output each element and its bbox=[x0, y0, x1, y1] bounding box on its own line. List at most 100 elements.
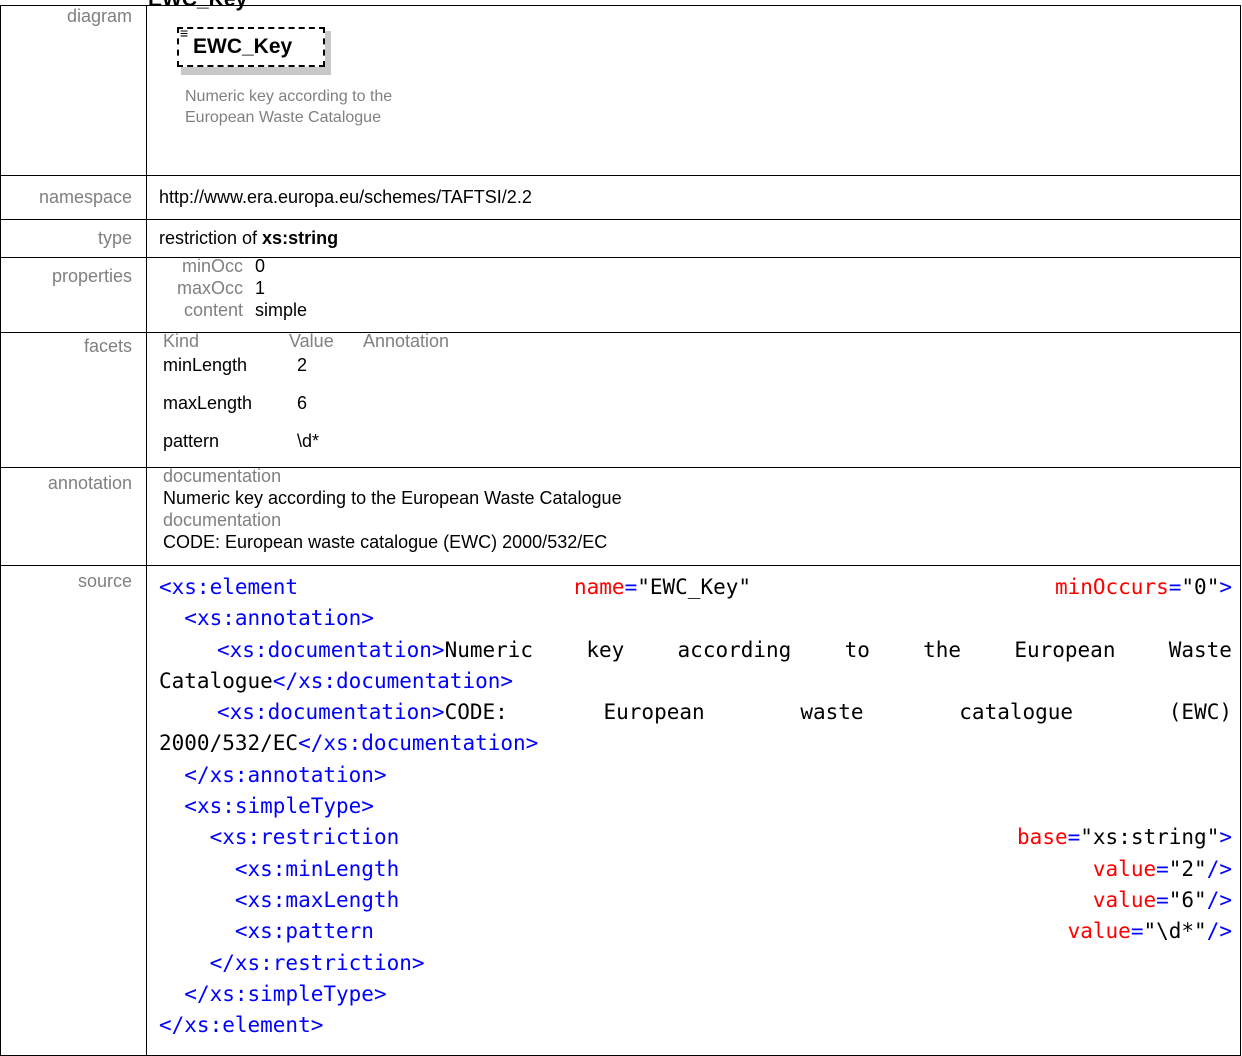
source-line: <xs:element name="EWC_Key" minOccurs="0"> bbox=[159, 575, 1232, 599]
xml-attr: base bbox=[1017, 825, 1068, 850]
facet-row: pattern \d* bbox=[147, 422, 1240, 460]
doc-word: to bbox=[844, 637, 870, 662]
source-line: <xs:simpleType> bbox=[159, 791, 1240, 822]
element-box[interactable]: ≡ EWC_Key bbox=[177, 25, 331, 75]
xml-tag: </xs:documentation> bbox=[272, 668, 514, 693]
annotation-doc-label: documentation bbox=[163, 510, 282, 530]
source-line: <xs:maxLength value="6"/> bbox=[234, 887, 1232, 912]
xml-tag: <xs:maxLength bbox=[234, 887, 400, 912]
facet-value: 6 bbox=[297, 392, 308, 413]
source-line: <xs:documentation>CODE: European waste c… bbox=[159, 697, 1240, 728]
doc-word: Numeric bbox=[444, 637, 534, 662]
xml-tag: <xs:annotation> bbox=[184, 606, 374, 631]
annotation-cell: documentation Numeric key according to t… bbox=[146, 466, 1241, 566]
diagram-label: diagram bbox=[0, 5, 147, 176]
element-documentation-table: diagram ≡ EWC_Key Numeric key according … bbox=[0, 5, 1241, 1056]
xml-tag: </xs:simpleType> bbox=[184, 981, 387, 1006]
xml-tag: <xs:pattern bbox=[234, 919, 374, 944]
xml-value: "xs:string" bbox=[1080, 825, 1220, 850]
doc-word: (EWC) bbox=[1168, 700, 1232, 725]
diagram-row: diagram ≡ EWC_Key Numeric key according … bbox=[0, 5, 1241, 176]
source-line: <xs:restriction base="xs:string"> bbox=[209, 825, 1232, 850]
sequence-icon: ≡ bbox=[180, 25, 189, 41]
doc-word: the bbox=[923, 637, 962, 662]
prop-key-minocc: minOcc bbox=[181, 256, 243, 276]
prop-key-maxocc: maxOcc bbox=[176, 278, 243, 298]
source-cell: <xs:element name="EWC_Key" minOccurs="0"> … bbox=[146, 565, 1241, 1056]
type-label: type bbox=[0, 219, 147, 258]
source-line: </xs:element> bbox=[159, 1010, 1240, 1041]
prop-val-maxocc: 1 bbox=[255, 278, 266, 298]
source-line: 2000/532/EC</xs:documentation> bbox=[159, 728, 1240, 759]
source-line: Catalogue</xs:documentation> bbox=[159, 666, 1240, 697]
doc-word: according bbox=[677, 637, 792, 662]
doc-text: Catalogue bbox=[159, 668, 273, 693]
xml-tag: </xs:restriction> bbox=[209, 950, 425, 975]
facet-kind: minLength bbox=[163, 354, 248, 375]
source-line: <xs:minLength value="2"/> bbox=[234, 856, 1232, 881]
source-line: </xs:annotation> bbox=[159, 760, 1240, 791]
annotation-row: annotation documentation Numeric key acc… bbox=[0, 466, 1241, 566]
xml-attr: name bbox=[574, 575, 625, 599]
type-value: restriction of xs:string bbox=[146, 219, 1241, 258]
facets-label: facets bbox=[0, 332, 147, 468]
xml-tag: <xs:element bbox=[159, 575, 299, 599]
doc-word: CODE: bbox=[444, 700, 508, 725]
xml-tag: <xs:restriction bbox=[209, 825, 400, 850]
xml-attr: minOccurs bbox=[1054, 575, 1169, 599]
namespace-row: namespace http://www.era.europa.eu/schem… bbox=[0, 175, 1241, 220]
doc-word: European bbox=[603, 700, 705, 725]
source-line: <xs:annotation> bbox=[159, 603, 1240, 634]
doc-word: waste bbox=[800, 700, 864, 725]
facets-cell: Kind Value Annotation minLength 2 maxLeng… bbox=[146, 331, 1241, 468]
annotation-label: annotation bbox=[0, 467, 147, 566]
xml-value: "EWC_Key" bbox=[637, 575, 752, 599]
doc-word: key bbox=[586, 637, 625, 662]
xml-tag: <xs:minLength bbox=[234, 856, 400, 881]
facet-value: 2 bbox=[297, 354, 308, 375]
namespace-label: namespace bbox=[0, 175, 147, 220]
doc-word: catalogue bbox=[959, 700, 1074, 725]
xml-value: "0" bbox=[1181, 575, 1220, 599]
type-prefix: restriction of bbox=[159, 228, 263, 248]
element-box-description: Numeric key according to the European Wa… bbox=[185, 88, 393, 126]
facet-value: \d* bbox=[297, 430, 320, 451]
xml-tag: </xs:element> bbox=[159, 1013, 324, 1038]
prop-key-content: content bbox=[183, 300, 243, 320]
doc-word: Waste bbox=[1168, 637, 1232, 662]
type-base[interactable]: xs:string bbox=[262, 228, 338, 248]
source-label: source bbox=[0, 565, 147, 1056]
xml-tag: <xs:simpleType> bbox=[184, 794, 374, 819]
source-row: source <xs:element name="EWC_Key" minOccur… bbox=[0, 565, 1241, 1056]
doc-text: 2000/532/EC bbox=[159, 731, 299, 756]
properties-label: properties bbox=[0, 257, 147, 333]
xml-attr: value bbox=[1092, 856, 1157, 881]
xml-tag: </xs:documentation> bbox=[298, 731, 539, 756]
properties-cell: minOcc 0 maxOcc 1 content simple bbox=[146, 256, 1241, 333]
source-code: <xs:element name="EWC_Key" minOccurs="0"> … bbox=[147, 566, 1240, 1041]
facet-kind: pattern bbox=[163, 430, 220, 451]
prop-val-content: simple bbox=[255, 300, 308, 320]
prop-val-minocc: 0 bbox=[255, 256, 266, 276]
facets-header-kind: Kind bbox=[163, 331, 200, 351]
annotation-doc-label: documentation bbox=[163, 466, 282, 486]
xml-tag: <xs:documentation> bbox=[217, 700, 445, 725]
diagram-cell: ≡ EWC_Key Numeric key according to the E… bbox=[146, 5, 1241, 176]
facet-kind: maxLength bbox=[163, 392, 253, 413]
type-row: type restriction of xs:string bbox=[0, 219, 1241, 258]
source-line: <xs:documentation>Numeric key according … bbox=[159, 635, 1240, 666]
element-box-name: EWC_Key bbox=[193, 35, 293, 58]
facet-row: maxLength 6 bbox=[147, 384, 1240, 422]
xml-tag: <xs:documentation> bbox=[217, 637, 445, 662]
annotation-doc-text: CODE: European waste catalogue (EWC) 200… bbox=[163, 532, 608, 552]
doc-word: European bbox=[1014, 637, 1116, 662]
properties-row: properties minOcc 0 maxOcc 1 content simple bbox=[0, 256, 1241, 333]
xml-attr: value bbox=[1067, 919, 1131, 944]
xml-value: "2" bbox=[1168, 856, 1207, 881]
facets-header-annotation: Annotation bbox=[363, 331, 450, 351]
xml-value: "6" bbox=[1168, 887, 1207, 912]
xml-attr: value bbox=[1092, 887, 1157, 912]
source-line: </xs:restriction> bbox=[159, 948, 1240, 979]
source-line: </xs:simpleType> bbox=[159, 979, 1240, 1010]
xml-value: "\d*" bbox=[1143, 919, 1207, 944]
